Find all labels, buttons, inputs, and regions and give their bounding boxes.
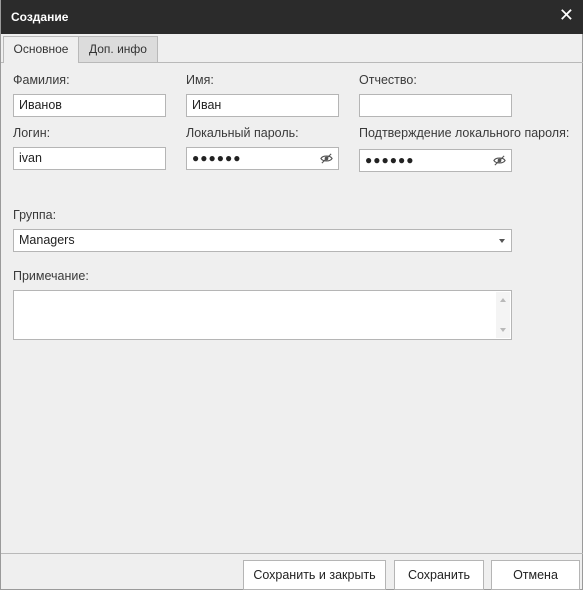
close-icon[interactable]: ✕ xyxy=(559,5,574,25)
eye-icon[interactable] xyxy=(493,154,506,167)
eye-icon[interactable] xyxy=(320,152,333,165)
login-field[interactable]: ivan xyxy=(13,147,166,170)
first-name-field[interactable]: Иван xyxy=(186,94,339,117)
confirm-password-field[interactable]: ●●●●●● xyxy=(359,149,512,172)
middle-name-label: Отчество: xyxy=(359,73,417,87)
cancel-button[interactable]: Отмена xyxy=(491,560,580,590)
last-name-field[interactable]: Иванов xyxy=(13,94,166,117)
footer-divider xyxy=(1,553,583,554)
local-password-field[interactable]: ●●●●●● xyxy=(186,147,339,170)
first-name-label: Имя: xyxy=(186,73,214,87)
tab-main[interactable]: Основное xyxy=(3,36,79,63)
note-label: Примечание: xyxy=(13,269,89,283)
scroll-up-icon[interactable] xyxy=(500,298,506,302)
scroll-down-icon[interactable] xyxy=(500,328,506,332)
group-label: Группа: xyxy=(13,208,57,222)
confirm-password-value: ●●●●●● xyxy=(365,153,415,167)
confirm-password-label: Подтверждение локального пароля: xyxy=(359,126,570,140)
chevron-down-icon[interactable] xyxy=(499,239,505,243)
group-select[interactable]: Managers xyxy=(13,229,512,252)
save-button[interactable]: Сохранить xyxy=(394,560,484,590)
title-bar: Создание ✕ xyxy=(1,0,583,34)
save-and-close-button[interactable]: Сохранить и закрыть xyxy=(243,560,386,590)
login-label: Логин: xyxy=(13,126,51,140)
note-scrollbar[interactable] xyxy=(496,292,510,338)
middle-name-field[interactable] xyxy=(359,94,512,117)
tab-additional-info[interactable]: Доп. инфо xyxy=(78,36,158,62)
dialog-title: Создание xyxy=(11,10,69,24)
local-password-value: ●●●●●● xyxy=(192,151,242,165)
group-selected-value: Managers xyxy=(19,233,75,247)
local-password-label: Локальный пароль: xyxy=(186,126,299,140)
last-name-label: Фамилия: xyxy=(13,73,70,87)
create-dialog: Создание ✕ Основное Доп. инфо Фамилия: И… xyxy=(0,0,583,590)
tab-strip: Основное Доп. инфо xyxy=(1,34,583,63)
note-textarea[interactable] xyxy=(13,290,512,340)
